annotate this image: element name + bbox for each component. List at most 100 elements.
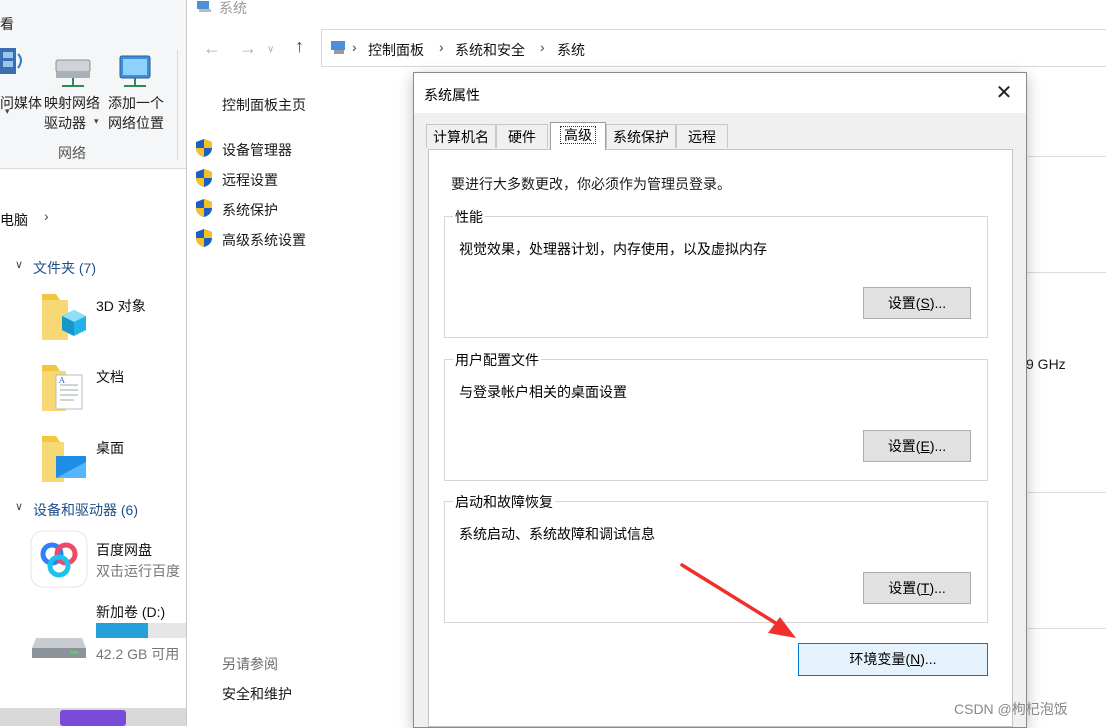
startup-recovery-title: 启动和故障恢复 [453, 492, 555, 512]
breadcrumb-system-security[interactable]: 系统和安全 [455, 40, 525, 60]
device-baidu-sub: 双击运行百度 [96, 563, 180, 579]
add-location-label-2[interactable]: 网络位置 [108, 113, 164, 133]
ribbon: 看 问媒体 ▾ 映射网络 驱动器 ▾ 添加一个 网络位置 网络 [0, 0, 186, 169]
sidebar-item-remote-settings[interactable]: 远程设置 [222, 170, 278, 190]
map-drive-label-1[interactable]: 映射网络 [44, 93, 100, 113]
control-panel-home-link[interactable]: 控制面板主页 [222, 95, 306, 115]
drive-icon[interactable] [30, 624, 88, 664]
ribbon-divider [177, 50, 178, 160]
device-d-name[interactable]: 新加卷 (D:) [96, 602, 165, 622]
tab-system-protection[interactable]: 系统保护 [606, 124, 676, 148]
tab-hardware[interactable]: 硬件 [496, 124, 548, 148]
tab-label: 远程 [688, 129, 716, 145]
chevron-down-icon[interactable]: ∨ [15, 500, 23, 513]
annotation-arrow-icon [680, 563, 796, 638]
chevron-right-icon: › [439, 39, 444, 55]
btn-text: 设置( [887, 438, 921, 454]
chevron-down-icon[interactable]: ∨ [15, 258, 23, 271]
security-maintenance-link[interactable]: 安全和维护 [222, 684, 292, 704]
admin-notice: 要进行大多数更改，你必须作为管理员登录。 [451, 176, 731, 192]
btn-text: 设置( [888, 580, 921, 596]
performance-title: 性能 [453, 207, 485, 227]
device-baidu-name[interactable]: 百度网盘 [96, 540, 152, 560]
desktop-folder-icon[interactable] [38, 432, 88, 488]
tab-advanced[interactable]: 高级 [550, 122, 606, 150]
computer-icon [330, 41, 348, 55]
shield-icon [195, 228, 213, 248]
folders-section-header[interactable]: 文件夹 (7) [33, 258, 96, 278]
btn-text: )... [920, 651, 937, 667]
cpu-speed-partial: 9 GHz [1026, 356, 1066, 372]
user-profiles-group: 用户配置文件 与登录帐户相关的桌面设置 设置(E)... [444, 350, 988, 481]
sidebar-item-advanced-settings[interactable]: 高级系统设置 [222, 230, 306, 250]
chevron-right-icon: › [44, 208, 49, 224]
user-profiles-desc: 与登录帐户相关的桌面设置 [459, 384, 627, 400]
chevron-right-icon: › [352, 39, 357, 55]
up-arrow-icon[interactable]: ↑ [295, 36, 304, 57]
tab-label: 硬件 [508, 129, 536, 145]
taskbar-strip [0, 708, 186, 726]
see-also-label: 另请参阅 [222, 656, 278, 672]
divider [1027, 272, 1106, 273]
back-arrow-icon[interactable]: ← [203, 38, 221, 59]
watermark: CSDN @枸杞泡饭 [954, 701, 1068, 717]
3d-objects-folder-icon[interactable] [38, 290, 88, 346]
drive-capacity-fill [96, 623, 149, 638]
btn-mnemonic: E [920, 438, 930, 454]
tab-label: 计算机名 [433, 129, 489, 145]
performance-settings-button[interactable]: 设置(S)... [863, 287, 971, 319]
divider [1027, 492, 1106, 493]
divider [1027, 156, 1106, 157]
add-location-label-1[interactable]: 添加一个 [108, 93, 164, 113]
environment-variables-button[interactable]: 环境变量(N)... [798, 643, 988, 676]
svg-text:A: A [58, 376, 65, 385]
recent-chevron-icon[interactable]: ∨ [267, 44, 274, 55]
ribbon-group-label: 网络 [58, 145, 86, 161]
user-profiles-settings-button[interactable]: 设置(E)... [863, 430, 971, 462]
breadcrumb-control-panel[interactable]: 控制面板 [368, 40, 424, 60]
media-icon[interactable] [0, 44, 28, 84]
tab-label: 系统保护 [613, 129, 669, 145]
folder-documents[interactable]: 文档 [96, 367, 124, 387]
device-d-sub: 42.2 GB 可用 [96, 646, 180, 662]
file-explorer-window: 看 问媒体 ▾ 映射网络 驱动器 ▾ 添加一个 网络位置 网络 电脑 › ∨ 文… [0, 0, 186, 726]
devices-section-header[interactable]: 设备和驱动器 (6) [33, 500, 138, 520]
btn-mnemonic: S [920, 295, 930, 311]
divider [1027, 628, 1106, 629]
shield-icon [195, 138, 213, 158]
map-drive-icon[interactable] [52, 54, 96, 90]
btn-text: )... [929, 580, 946, 596]
folder-3d-objects[interactable]: 3D 对象 [96, 296, 146, 316]
btn-text: )... [929, 295, 947, 311]
breadcrumb-system[interactable]: 系统 [557, 40, 585, 60]
tab-computer-name[interactable]: 计算机名 [426, 124, 496, 148]
folder-desktop[interactable]: 桌面 [96, 438, 124, 458]
tab-remote[interactable]: 远程 [676, 124, 728, 148]
sidebar-item-system-protection[interactable]: 系统保护 [222, 200, 278, 220]
btn-text: 设置( [887, 295, 921, 311]
system-window-icon [197, 0, 213, 12]
btn-mnemonic: N [910, 651, 921, 667]
tab-label: 高级 [560, 126, 596, 144]
close-icon[interactable]: ✕ [992, 81, 1016, 105]
btn-text: )... [929, 438, 947, 454]
performance-desc: 视觉效果，处理器计划，内存使用，以及虚拟内存 [459, 241, 767, 257]
window-title: 系统 [219, 0, 247, 16]
chevron-down-icon: ▾ [5, 106, 10, 116]
documents-folder-icon[interactable]: A [38, 361, 88, 417]
explorer-breadcrumb[interactable]: 电脑 [0, 210, 28, 230]
baidu-netdisk-icon[interactable] [30, 530, 88, 588]
drive-capacity-bar [96, 623, 186, 638]
sidebar-item-device-manager[interactable]: 设备管理器 [222, 140, 292, 160]
map-drive-label-2[interactable]: 驱动器 [44, 113, 86, 133]
network-location-icon[interactable] [118, 54, 158, 90]
chevron-down-icon: ▾ [94, 116, 99, 126]
btn-text: 环境变量( [849, 651, 911, 667]
dialog-titlebar: 系统属性 ✕ [414, 73, 1026, 113]
startup-recovery-settings-button[interactable]: 设置(T)... [863, 572, 971, 604]
forward-arrow-icon[interactable]: → [239, 38, 257, 59]
startup-recovery-desc: 系统启动、系统故障和调试信息 [459, 526, 655, 542]
chevron-right-icon: › [540, 39, 545, 55]
dialog-title: 系统属性 [424, 87, 480, 103]
address-bar[interactable]: › 控制面板 › 系统和安全 › 系统 [321, 29, 1106, 67]
